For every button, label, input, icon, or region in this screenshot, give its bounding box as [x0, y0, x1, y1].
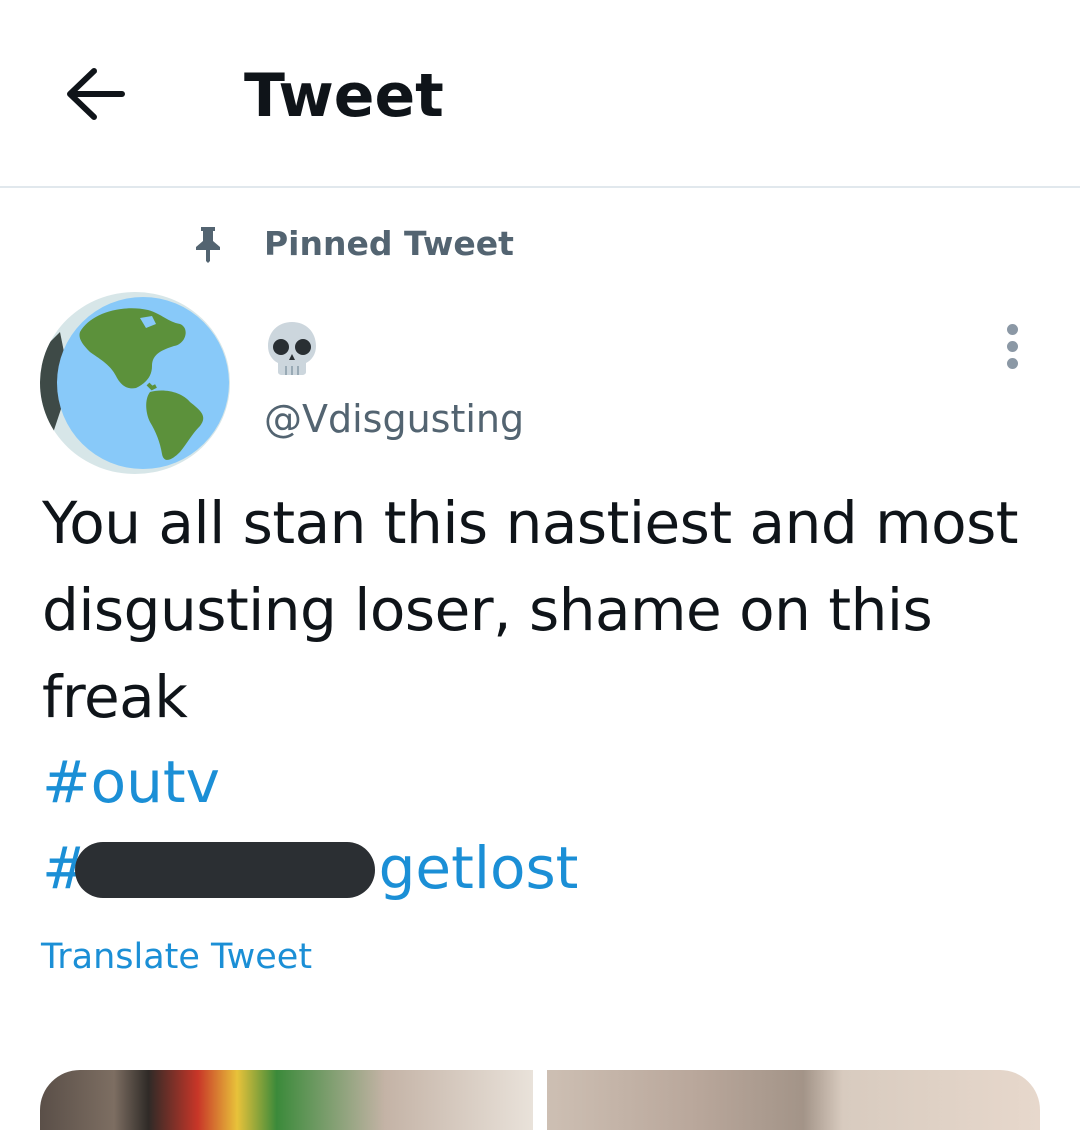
user-handle[interactable]: @Vdisgusting — [264, 392, 524, 446]
pinned-label: Pinned Tweet — [264, 224, 514, 263]
media-image[interactable] — [547, 1070, 1040, 1130]
hashtag-suffix: getlost — [378, 834, 579, 902]
top-bar: Tweet — [0, 0, 1080, 188]
media-image[interactable] — [40, 1070, 533, 1130]
page-title: Tweet — [244, 61, 444, 131]
arrow-left-icon — [67, 68, 125, 120]
more-dot — [1006, 340, 1018, 352]
display-name[interactable] — [266, 320, 322, 376]
tweet-text: You all stan this nastiest and most disg… — [42, 489, 1019, 731]
more-vertical-icon — [1006, 323, 1018, 335]
skull-icon — [268, 322, 316, 375]
globe-avatar-image — [40, 292, 230, 474]
pinned-indicator: Pinned Tweet — [190, 222, 514, 266]
hashtag-link[interactable]: #outv — [42, 742, 220, 822]
pin-icon — [190, 224, 226, 264]
back-button[interactable] — [60, 62, 130, 126]
more-options-button[interactable] — [990, 318, 1034, 374]
media-grid — [40, 1070, 1040, 1130]
avatar[interactable] — [40, 292, 230, 474]
translate-tweet-link[interactable]: Translate Tweet — [41, 932, 312, 982]
redaction-bar — [75, 842, 375, 898]
more-dot — [1006, 357, 1018, 369]
